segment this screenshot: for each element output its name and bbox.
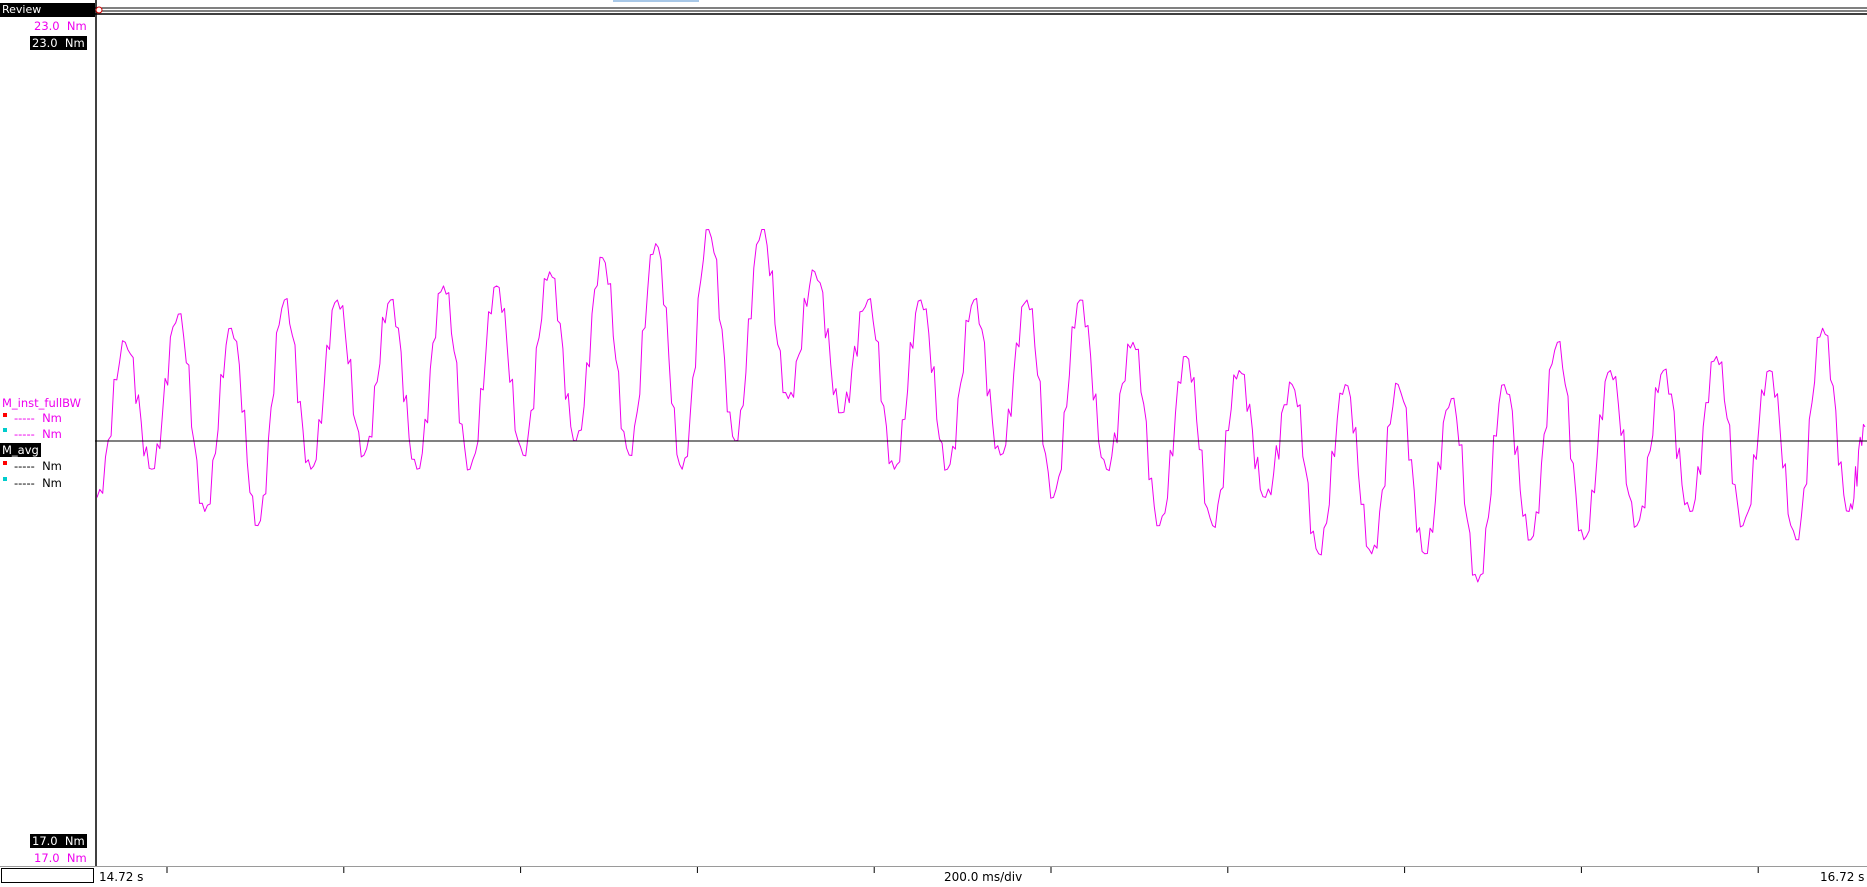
waveform-plot[interactable] — [95, 0, 1867, 866]
time-axis-start: 14.72 s — [99, 870, 144, 884]
channel-2-cursor-b-value: ----- Nm — [14, 476, 62, 490]
channel-1-cursor-a-value: ----- Nm — [14, 411, 62, 425]
time-axis-bar[interactable]: 14.72 s 200.0 ms/div 16.72 s — [0, 866, 1867, 887]
cursor-b-marker-icon — [3, 477, 7, 481]
scale-min-label-selected[interactable]: 17.0 Nm — [30, 834, 87, 848]
mode-label: Review — [0, 3, 95, 17]
channel-1-cursor-b-value: ----- Nm — [14, 427, 62, 441]
cursor-a-marker-icon — [3, 461, 7, 465]
time-axis-end: 16.72 s — [1820, 870, 1865, 884]
channel-2-cursor-a-value: ----- Nm — [14, 459, 62, 473]
channel-name-m-avg[interactable]: M_avg — [0, 443, 41, 457]
channel-label-panel: Review 23.0 Nm 23.0 Nm M_inst_fullBW ---… — [0, 0, 95, 866]
cursor-b-marker-icon — [3, 428, 7, 432]
scale-min-label-magenta: 17.0 Nm — [34, 851, 87, 865]
scale-max-label-selected[interactable]: 23.0 Nm — [30, 36, 87, 50]
cursor-a-marker-icon — [3, 413, 7, 417]
scale-max-label-magenta: 23.0 Nm — [34, 19, 87, 33]
overview-position-marker-icon[interactable] — [95, 6, 103, 14]
cursor-readout-box — [1, 868, 94, 883]
time-axis-division: 200.0 ms/div — [944, 870, 1023, 884]
m-inst-fullbw-trace — [96, 229, 1866, 583]
channel-name-m-inst-fullbw[interactable]: M_inst_fullBW — [2, 396, 81, 410]
